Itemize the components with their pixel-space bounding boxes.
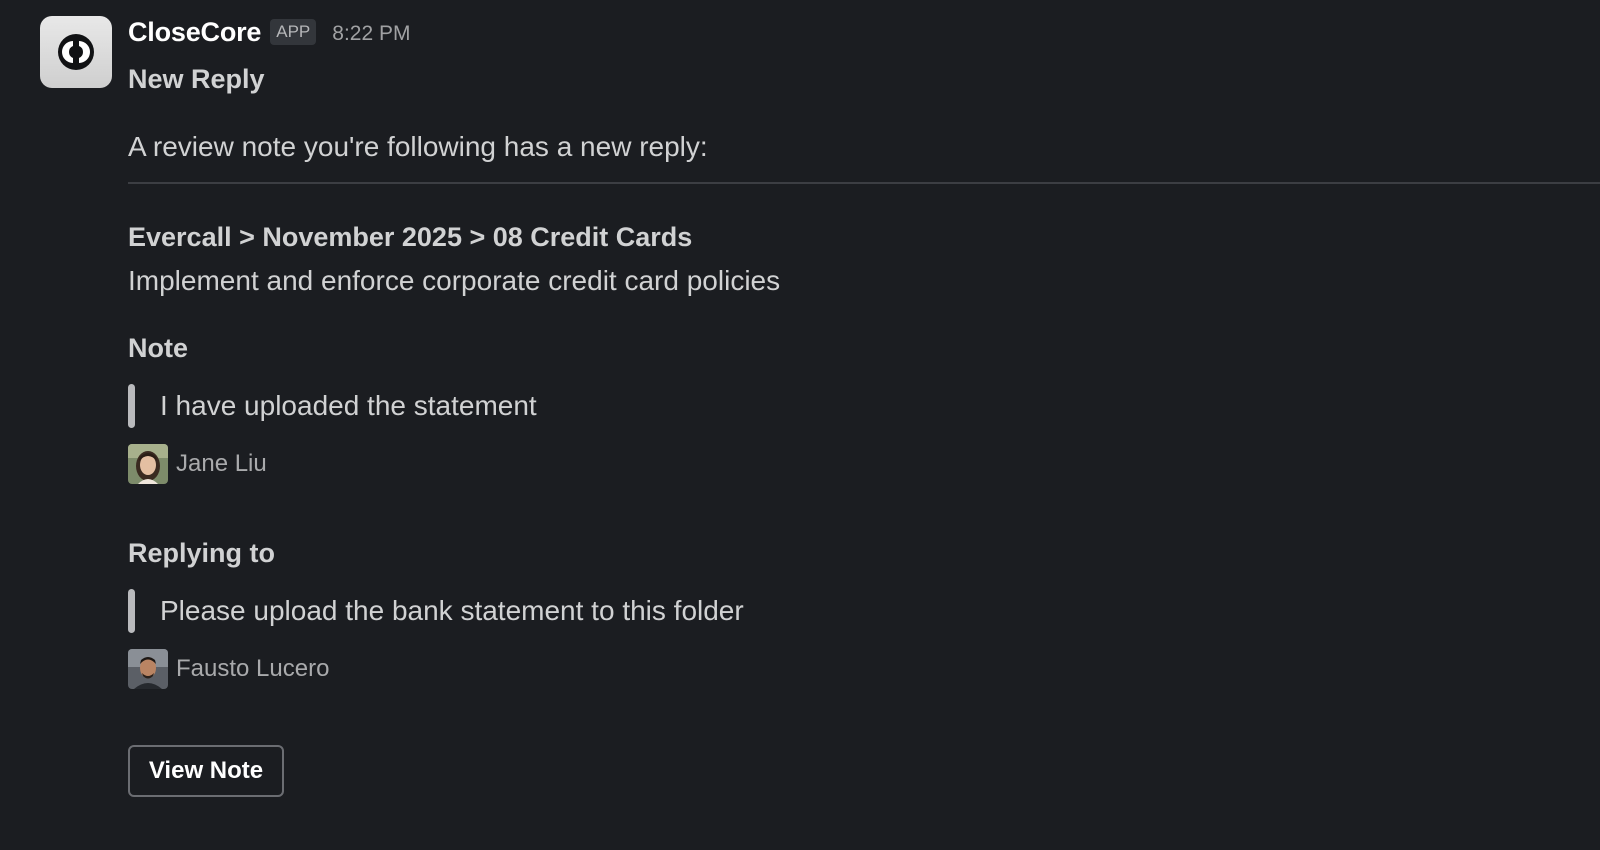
note-author-name[interactable]: Jane Liu [176,450,267,478]
breadcrumb: Evercall > November 2025 > 08 Credit Car… [128,222,693,252]
app-avatar[interactable] [40,16,112,88]
fausto-lucero-avatar[interactable] [128,649,168,689]
reply-author: Fausto Lucero [128,649,1600,689]
task-description: Implement and enforce corporate credit c… [128,265,781,296]
note-author: Jane Liu [128,444,1600,484]
message-content: CloseCore APP 8:22 PM New Reply A review… [128,14,1600,797]
note-quote: I have uploaded the statement [128,384,1600,428]
reply-author-name[interactable]: Fausto Lucero [176,655,329,683]
divider [128,182,1600,184]
quote-bar [128,589,135,633]
message-header: CloseCore APP 8:22 PM [128,14,1600,50]
closecore-logo-icon [58,34,94,70]
view-note-button[interactable]: View Note [128,745,284,797]
message: CloseCore APP 8:22 PM New Reply A review… [0,0,1600,850]
jane-liu-avatar[interactable] [128,444,168,484]
note-text: I have uploaded the statement [160,390,537,421]
reply-quote: Please upload the bank statement to this… [128,589,1600,633]
quote-bar [128,384,135,428]
message-title: New Reply [128,64,265,94]
reply-text: Please upload the bank statement to this… [160,595,744,626]
note-label: Note [128,333,188,363]
replying-to-label: Replying to [128,538,275,568]
app-badge: APP [270,19,317,45]
timestamp[interactable]: 8:22 PM [332,22,410,46]
app-name[interactable]: CloseCore [128,17,261,48]
message-intro: A review note you're following has a new… [128,131,708,162]
